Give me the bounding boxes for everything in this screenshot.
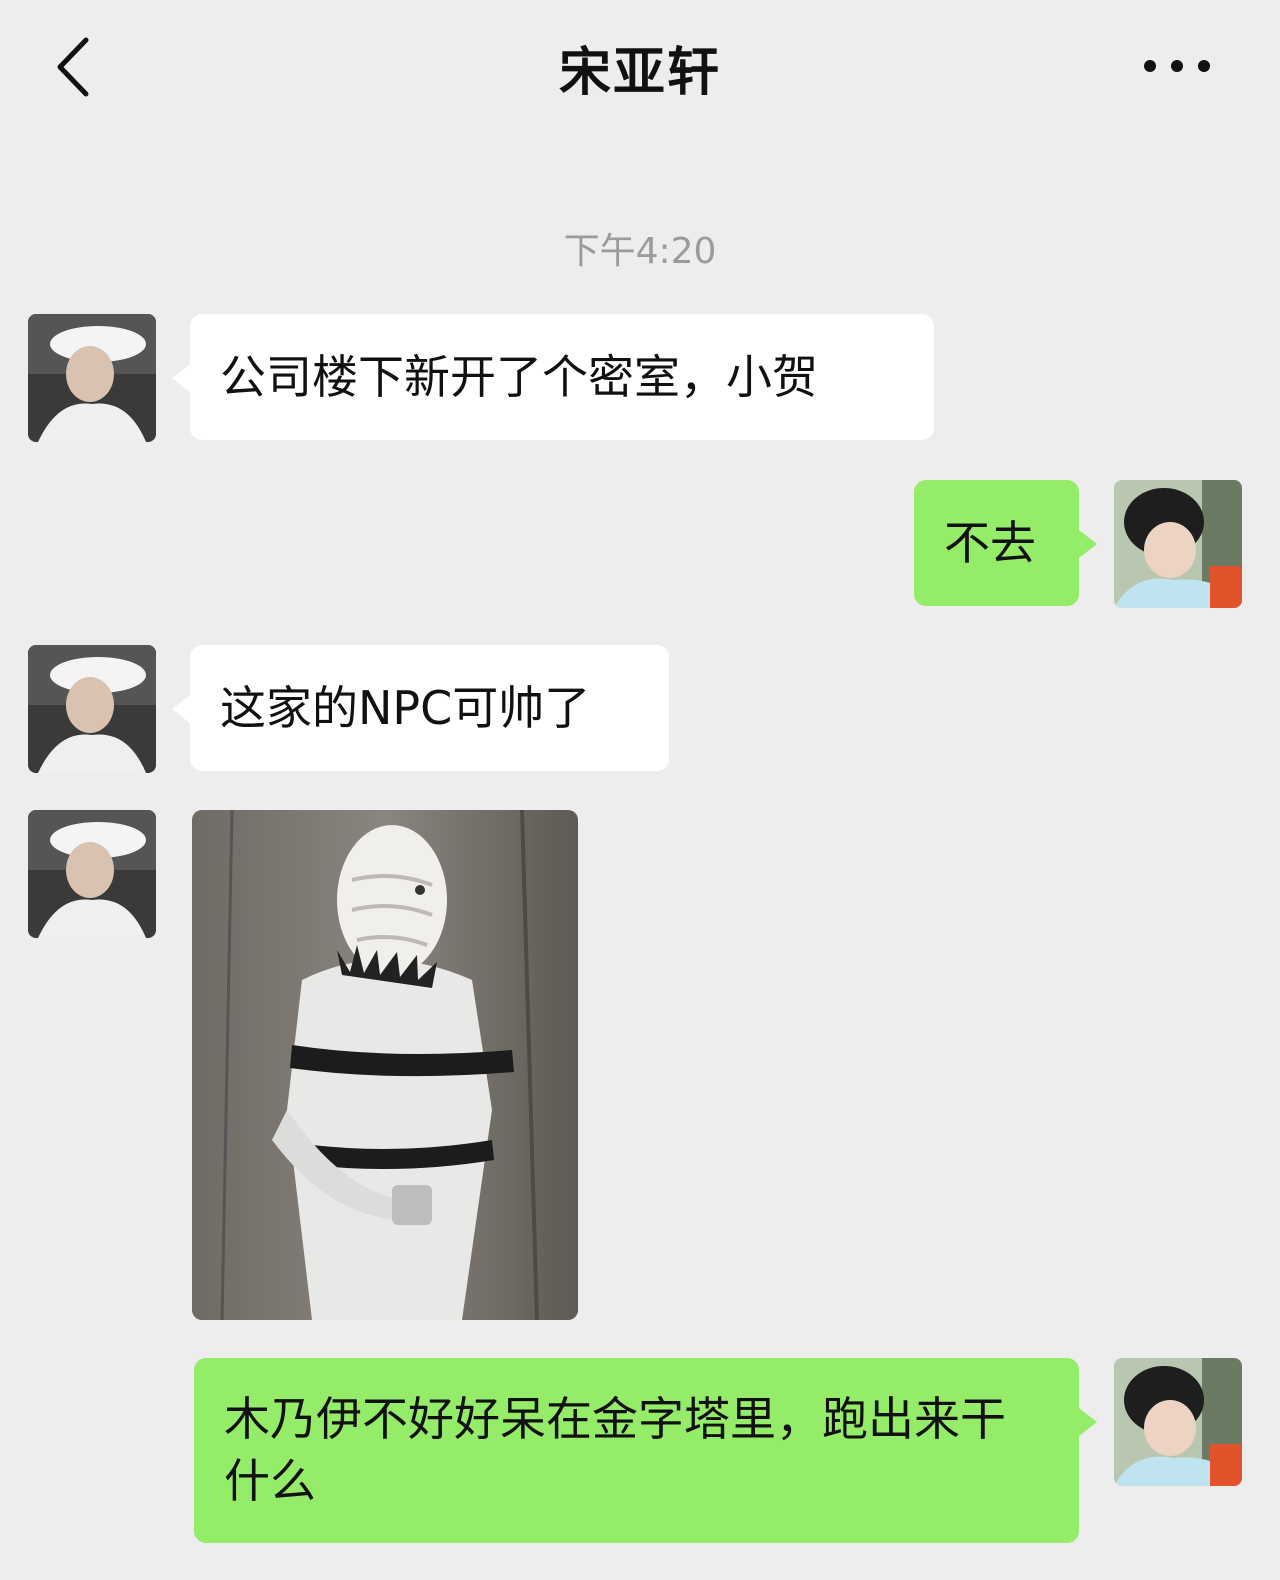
outgoing-message-bubble[interactable]: 木乃伊不好好呆在金字塔里，跑出来干什么: [194, 1358, 1097, 1543]
photo-icon: [192, 810, 578, 1320]
incoming-message-bubble[interactable]: 这家的NPC可帅了: [172, 645, 669, 771]
incoming-message-bubble[interactable]: 公司楼下新开了个密室，小贺: [172, 314, 934, 440]
my-avatar[interactable]: [1114, 480, 1242, 608]
message-text: 木乃伊不好好呆在金字塔里，跑出来干什么: [224, 1392, 1006, 1508]
chat-screen: 宋亚轩 下午4:20 公司楼下新开了个密室，小贺 不去 这家的NPC可帅了 木乃…: [0, 0, 1280, 1580]
chat-title: 宋亚轩: [558, 43, 721, 103]
chat-header: 宋亚轩: [0, 0, 1280, 140]
contact-avatar[interactable]: [28, 314, 156, 442]
bubble-tail: [1079, 1408, 1097, 1436]
message-text: 公司楼下新开了个密室，小贺: [220, 350, 818, 404]
contact-avatar[interactable]: [28, 810, 156, 938]
message-text: 不去: [944, 516, 1036, 570]
outgoing-message-bubble[interactable]: 不去: [914, 480, 1097, 606]
my-avatar[interactable]: [1114, 1358, 1242, 1486]
avatar-icon: [1114, 1358, 1242, 1486]
message-text: 这家的NPC可帅了: [220, 681, 591, 735]
image-message[interactable]: [192, 810, 578, 1320]
avatar-icon: [28, 810, 156, 938]
contact-avatar[interactable]: [28, 645, 156, 773]
bubble-tail: [172, 695, 190, 723]
bubble-tail: [1079, 530, 1097, 558]
avatar-icon: [28, 314, 156, 442]
bubble-tail: [172, 364, 190, 392]
message-timestamp: 下午4:20: [563, 231, 717, 272]
more-button[interactable]: [1140, 46, 1220, 86]
avatar-icon: [1114, 480, 1242, 608]
more-dots-icon: [1144, 60, 1210, 72]
avatar-icon: [28, 645, 156, 773]
